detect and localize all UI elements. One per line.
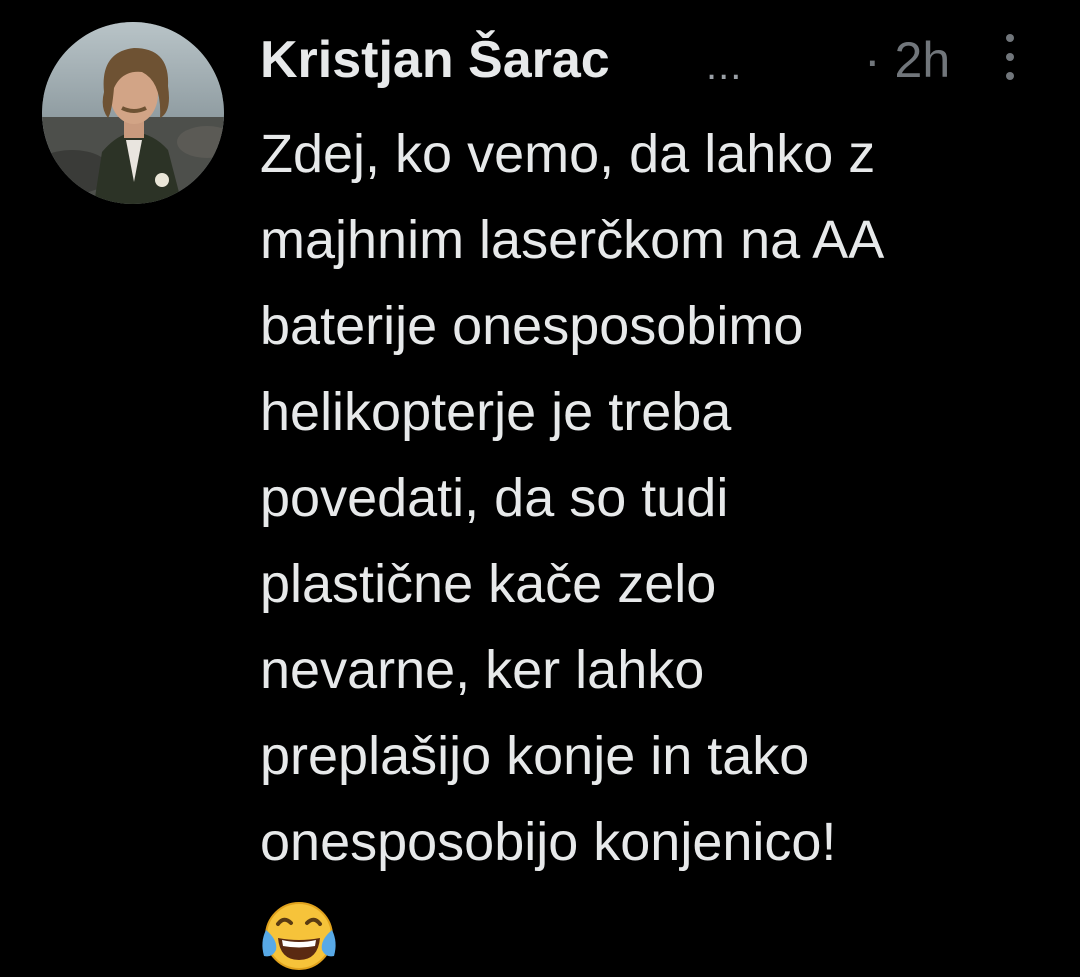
more-options-icon[interactable] — [998, 34, 1022, 80]
tweet-header: Kristjan Šarac ... · 2h — [260, 22, 1050, 102]
author-name[interactable]: Kristjan Šarac — [260, 30, 610, 90]
timestamp[interactable]: · 2h — [864, 30, 950, 90]
face-with-tears-of-joy-icon — [260, 896, 338, 974]
tweet-text-line: Zdej, ko vemo, da lahko z — [260, 124, 876, 184]
tweet-text-line: onesposobijo konjenico! — [260, 812, 837, 872]
tweet-text-line: plastične kače zelo — [260, 554, 717, 614]
tweet-text-line: povedati, da so tudi — [260, 468, 729, 528]
tweet-text-line: majhnim laserčkom na AA — [260, 210, 885, 270]
tweet: Kristjan Šarac ... · 2h Zdej, ko vemo, d… — [0, 0, 1080, 977]
name-ellipsis: ... — [706, 44, 743, 88]
avatar[interactable] — [42, 22, 224, 204]
tweet-text: Zdej, ko vemo, da lahko z majhnim laserč… — [260, 111, 1060, 885]
tweet-text-line: preplašijo konje in tako — [260, 726, 810, 786]
tweet-text-line: helikopterje je treba — [260, 382, 732, 442]
tweet-text-line: nevarne, ker lahko — [260, 640, 705, 700]
avatar-photo — [42, 22, 224, 204]
tweet-text-line: baterije onesposobimo — [260, 296, 804, 356]
